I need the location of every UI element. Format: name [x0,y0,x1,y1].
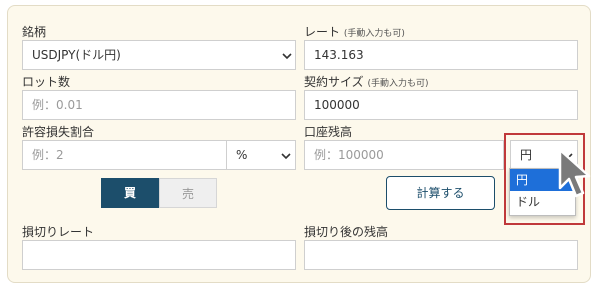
rate-label: レート (手動入力も可) [304,23,405,40]
loss-unit-select[interactable]: % [226,140,296,170]
contract-size-input[interactable]: 100000 [304,90,578,120]
symbol-select[interactable]: USDJPY(ドル円) [22,40,296,70]
loss-unit-value: % [236,148,248,162]
balance-input[interactable]: 例：100000 [304,140,504,170]
loss-ratio-label: 許容損失割合 [22,125,95,139]
calculate-button[interactable]: 計算する [386,176,495,210]
chevron-down-icon [282,53,292,60]
symbol-value: USDJPY(ドル円) [32,48,121,62]
stop-rate-output [22,240,296,270]
stop-rate-label: 損切りレート [22,225,95,239]
after-balance-label: 損切り後の残高 [304,225,389,239]
lot-label: ロット数 [22,75,71,89]
rate-label-text: レート [304,25,341,39]
contract-label-text: 契約サイズ [304,75,364,89]
lot-input[interactable]: 例：0.01 [22,90,296,120]
buy-button[interactable]: 買 [101,178,159,208]
mouse-pointer-icon [558,148,591,198]
balance-label: 口座残高 [304,125,353,139]
rate-note: (手動入力も可) [343,29,405,39]
rate-input[interactable]: 143.163 [304,40,578,70]
after-balance-output [304,240,578,270]
contract-label: 契約サイズ (手動入力も可) [304,73,429,90]
symbol-label: 銘柄 [22,25,47,39]
sell-button[interactable]: 売 [159,178,217,208]
contract-note: (手動入力も可) [367,79,429,89]
loss-ratio-input[interactable]: 例：2 [22,140,227,170]
chevron-down-icon [281,153,291,160]
